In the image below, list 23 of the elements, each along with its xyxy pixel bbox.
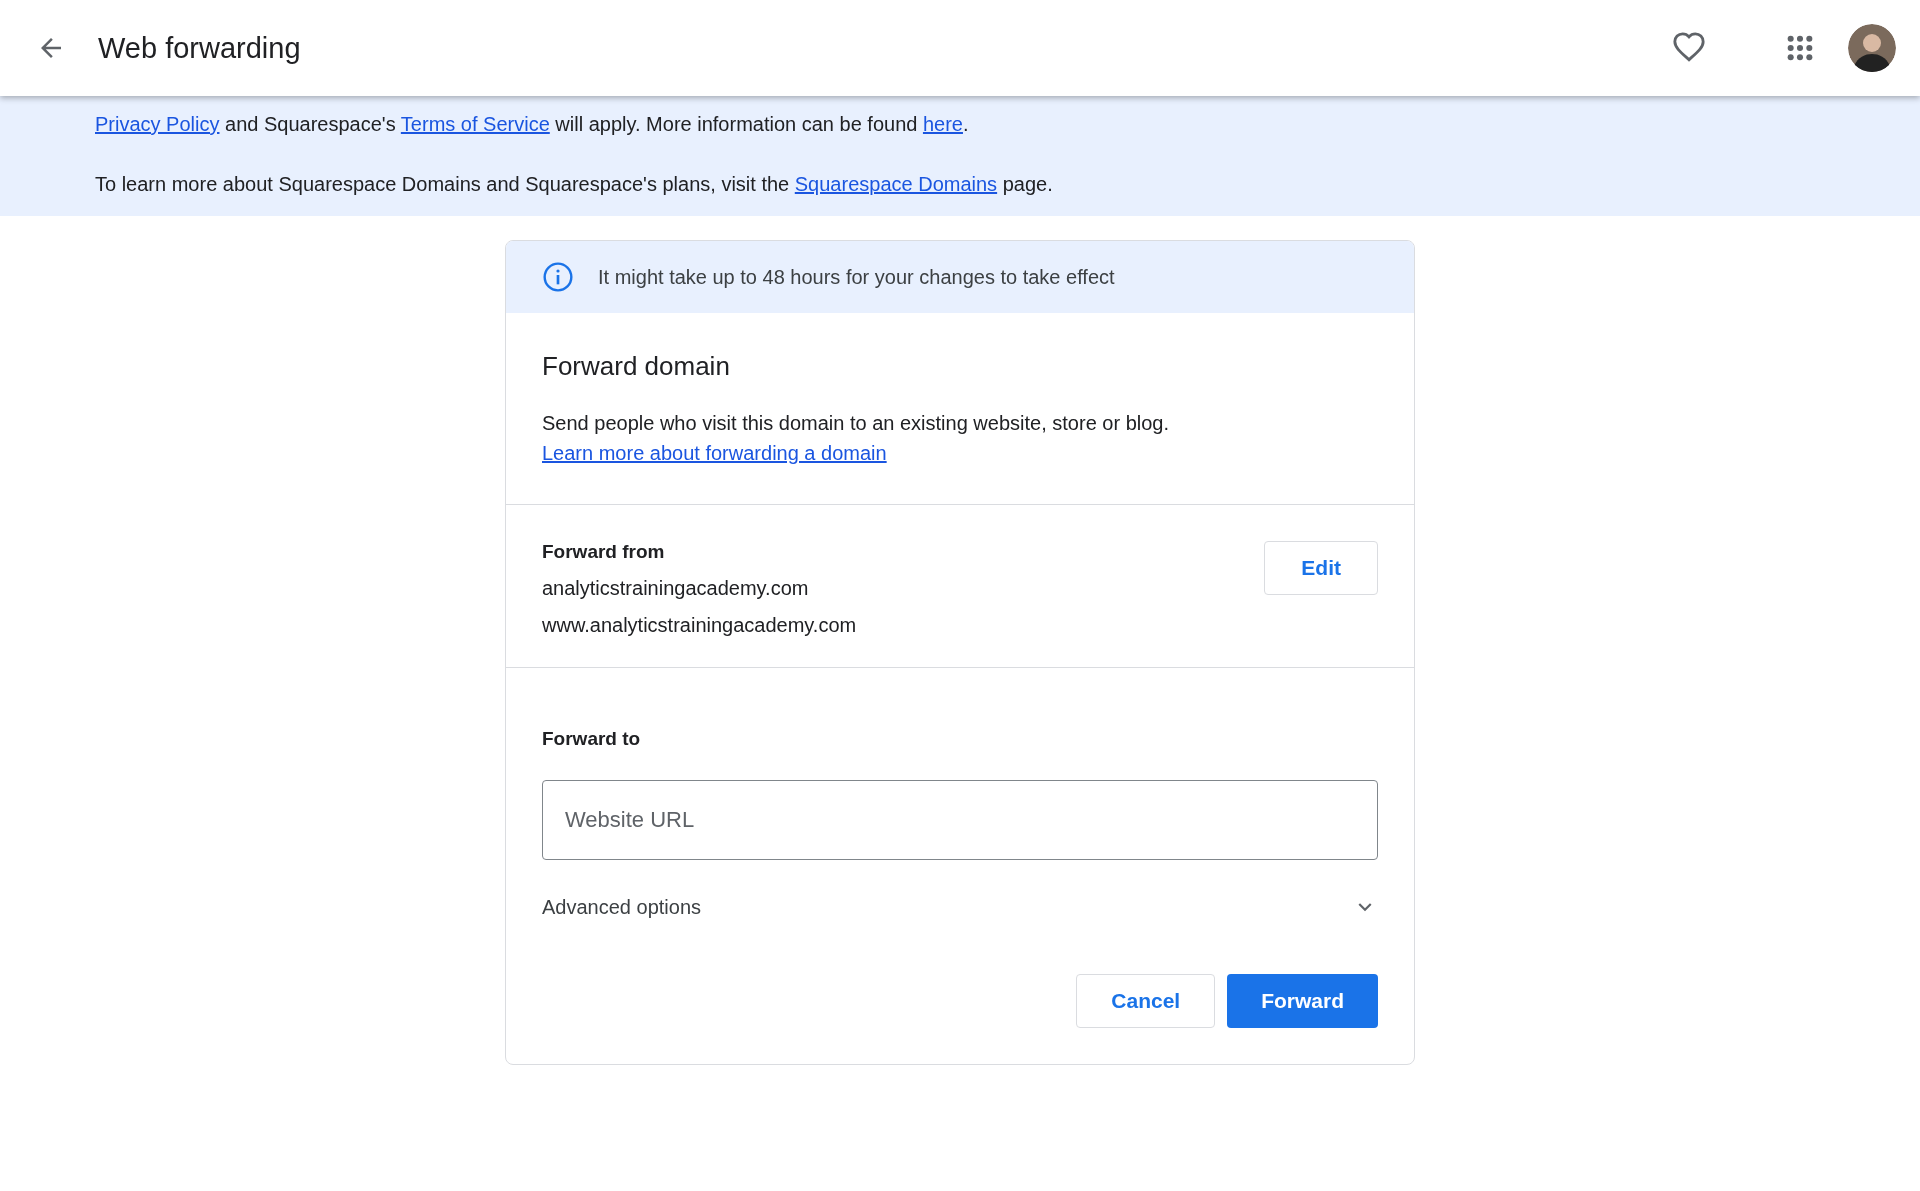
text-link[interactable]: Privacy Policy: [95, 113, 220, 135]
section-heading: Forward domain: [542, 351, 731, 382]
cancel-button[interactable]: Cancel: [1076, 974, 1216, 1028]
text-link[interactable]: Squarespace Domains: [794, 173, 998, 195]
url-input-field[interactable]: Website URL: [542, 780, 1378, 860]
text-link[interactable]: here: [922, 113, 963, 135]
text-link[interactable]: Terms of Service: [400, 113, 550, 135]
description-text: Send people who visit this domain to an existing website, store or blog. Learn more about forwarding a domain: [542, 411, 1171, 466]
apps-grid-icon[interactable]: [1786, 34, 1814, 62]
banner-paragraph: Privacy Policy and Squarespace's Terms of Service will apply. More information can be found here.: [95, 112, 970, 137]
page-title: Web forwarding: [98, 31, 301, 65]
advanced-options-toggle[interactable]: Advanced options: [542, 894, 1378, 920]
info-icon: [542, 261, 574, 293]
edit-button[interactable]: Edit: [1264, 541, 1378, 595]
field-label: Forward from: [542, 541, 666, 563]
domain-text: www.analyticstrainingacademy.com: [542, 614, 857, 637]
forward-button[interactable]: Forward: [1227, 974, 1378, 1028]
avatar[interactable]: [1848, 24, 1896, 72]
field-label: Forward to: [542, 728, 642, 750]
text-link[interactable]: Learn more about forwarding a domain: [542, 442, 887, 464]
domain-text: analyticstrainingacademy.com: [542, 577, 810, 600]
banner-paragraph: To learn more about Squarespace Domains and Squarespace's plans, visit the Squarespace Domains page.: [95, 172, 1054, 197]
notice-text: It might take up to 48 hours for your changes to take effect: [598, 265, 1115, 289]
